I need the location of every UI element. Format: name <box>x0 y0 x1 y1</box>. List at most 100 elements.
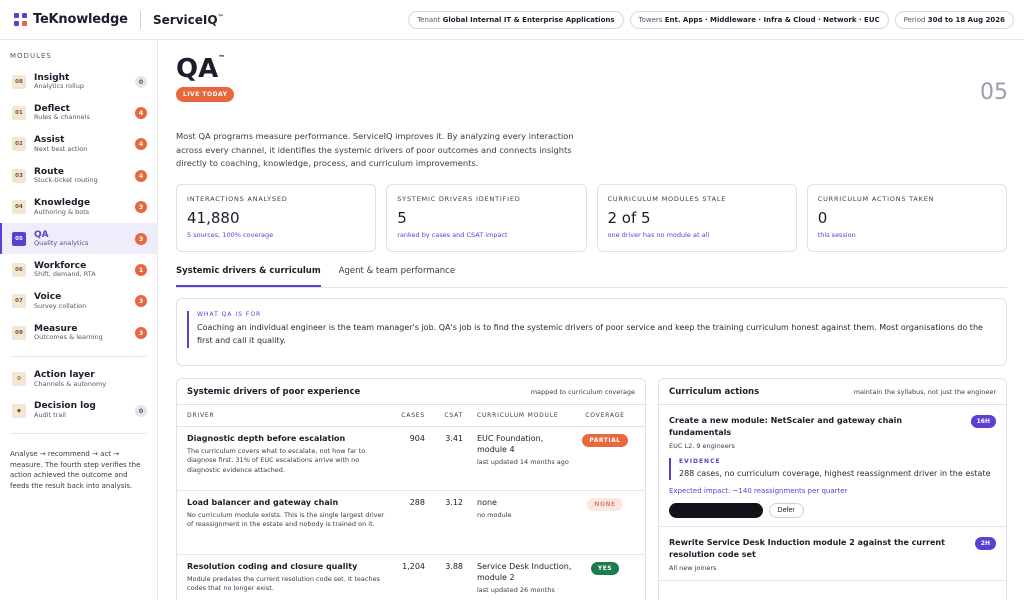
evidence-label: EVIDENCE <box>679 458 721 465</box>
live-badge: LIVE TODAY <box>176 87 235 102</box>
table-row[interactable]: Resolution coding and closure quality Mod… <box>177 555 645 600</box>
step-number: 05 <box>980 80 1008 105</box>
evidence-block: EVIDENCE 288 cases, no curriculum covera… <box>669 458 996 481</box>
sidebar-item-knowledge[interactable]: 04 Knowledge Authoring & bots 3 <box>0 192 157 223</box>
module-updated: no module <box>477 510 512 519</box>
gear-icon: ⚙ <box>12 372 26 387</box>
csat-value: 3.88 <box>445 562 463 571</box>
module-subtitle: Quality analytics <box>34 238 89 247</box>
module-name: EUC Foundation, module 4 <box>477 434 544 454</box>
col-driver[interactable]: DRIVER <box>187 412 387 419</box>
module-updated: last updated 26 months <box>477 585 555 594</box>
log-icon: ◆ <box>12 403 26 418</box>
page-title: QA™ <box>176 54 226 84</box>
count-badge: 0 <box>135 404 147 417</box>
count-badge: 3 <box>135 232 147 245</box>
module-subtitle: Analytics rollup <box>34 82 84 90</box>
callout-text: Coaching an individual engineer is the t… <box>197 323 983 345</box>
callout-label: WHAT QA IS FOR <box>197 311 262 318</box>
intro-text: Most QA programs measure performance. Se… <box>176 131 574 169</box>
cases-value: 288 <box>409 498 425 507</box>
cases-value: 1,204 <box>402 562 425 571</box>
module-name: none <box>477 498 497 507</box>
stat-card: CURRICULUM MODULES STALE 2 of 5 one driv… <box>596 184 797 252</box>
sidebar-item-voice[interactable]: 07 Voice Survey collation 3 <box>0 286 157 317</box>
stat-sub: one driver has no module at all <box>607 231 710 239</box>
col-module[interactable]: CURRICULUM MODULE <box>463 412 575 419</box>
tenant-pill[interactable]: Tenant Global Internal IT & Enterprise A… <box>408 10 624 29</box>
count-badge: 1 <box>135 264 147 277</box>
context-pills: Tenant Global Internal IT & Enterprise A… <box>408 10 1024 29</box>
sidebar-heading: MODULES <box>10 52 52 60</box>
sidebar-divider <box>10 355 147 357</box>
module-subtitle: Shift, demand, RTA <box>34 270 96 279</box>
sidebar-item-action-layer[interactable]: ⚙ Action layer Channels & autonomy <box>0 364 157 395</box>
coverage-badge: YES <box>590 562 620 575</box>
module-subtitle: Next best action <box>34 144 88 153</box>
action-card: Rewrite Service Desk Induction module 2 … <box>659 527 1006 582</box>
sidebar-item-decision-log[interactable]: ◆ Decision log Audit trail 0 <box>0 395 157 426</box>
count-badge: 0 <box>135 75 147 88</box>
col-coverage[interactable]: COVERAGE <box>575 412 635 419</box>
module-number: 05 <box>12 231 26 246</box>
coverage-badge: NONE <box>587 498 623 511</box>
brand[interactable]: TeKnowledge <box>0 12 140 27</box>
commission-update-button[interactable]: Commission the update <box>669 503 763 519</box>
sidebar-item-assist[interactable]: 02 Assist Next best action 4 <box>0 129 157 160</box>
csat-value: 3.41 <box>445 434 463 443</box>
table-header: DRIVER CASES CSAT CURRICULUM MODULE COVE… <box>177 405 645 427</box>
table-row[interactable]: Diagnostic depth before escalation The cu… <box>177 427 645 491</box>
module-number: 08 <box>12 74 26 89</box>
sidebar-item-deflect[interactable]: 01 Deflect Rules & channels 4 <box>0 97 157 128</box>
sidebar-item-qa[interactable]: 05 QA Quality analytics 3 <box>0 222 157 255</box>
panel-hint: mapped to curriculum coverage <box>530 387 635 396</box>
sidebar-item-insight[interactable]: 08 Insight Analytics rollup 0 <box>0 66 157 97</box>
brand-logo-icon <box>14 12 28 27</box>
module-subtitle: Outcomes & learning <box>34 333 103 342</box>
tab-systemic-drivers[interactable]: Systemic drivers & curriculum <box>176 266 321 287</box>
count-badge: 3 <box>135 201 147 214</box>
module-subtitle: Survey collation <box>34 301 87 310</box>
stat-value: 0 <box>817 209 828 227</box>
stat-card: INTERACTIONS ANALYSED 41,880 5 sources, … <box>176 184 377 252</box>
count-badge: 3 <box>135 295 147 308</box>
sidebar-item-measure[interactable]: 09 Measure Outcomes & learning 3 <box>0 317 157 348</box>
module-subtitle: Audit trail <box>34 410 66 419</box>
brand-name: TeKnowledge <box>33 12 128 27</box>
towers-pill[interactable]: Towers Ent. Apps · Middleware · Infra & … <box>629 10 889 29</box>
stat-label: INTERACTIONS ANALYSED <box>187 195 288 203</box>
csat-value: 3.12 <box>445 498 463 507</box>
defer-button[interactable]: Defer <box>768 503 804 519</box>
count-badge: 4 <box>135 107 147 120</box>
stat-value: 41,880 <box>187 209 240 227</box>
driver-desc: The curriculum covers what to escalate, … <box>187 447 366 474</box>
col-csat[interactable]: CSAT <box>425 412 463 419</box>
module-number: 03 <box>12 168 26 183</box>
module-number: 07 <box>12 294 26 309</box>
sidebar-item-route[interactable]: 03 Route Stuck-ticket routing 4 <box>0 160 157 191</box>
expected-impact: Expected impact: ~140 reassignments per … <box>669 487 848 496</box>
sidebar-item-workforce[interactable]: 06 Workforce Shift, demand, RTA 1 <box>0 254 157 285</box>
sidebar-note: Analyse → recommend → act → measure. The… <box>10 450 141 490</box>
panel-hint: maintain the syllabus, not just the engi… <box>853 387 996 396</box>
header-divider <box>140 10 141 29</box>
module-subtitle: Stuck-ticket routing <box>34 176 98 185</box>
module-subtitle: Channels & autonomy <box>34 379 107 388</box>
count-badge: 4 <box>135 169 147 182</box>
period-pill[interactable]: Period 30d to 18 Aug 2026 <box>894 10 1014 29</box>
evidence-text: 288 cases, no curriculum coverage, highe… <box>679 469 991 478</box>
action-card: Create a new module: NetScaler and gatew… <box>659 405 1006 528</box>
driver-name: Resolution coding and closure quality <box>187 562 358 571</box>
drivers-panel: Systemic drivers of poor experience mapp… <box>176 378 646 600</box>
what-qa-callout: WHAT QA IS FOR Coaching an individual en… <box>176 298 1007 366</box>
tab-agent-performance[interactable]: Agent & team performance <box>339 266 455 287</box>
module-number: 09 <box>12 325 26 340</box>
panel-title: Curriculum actions <box>669 386 760 397</box>
col-cases[interactable]: CASES <box>387 412 425 419</box>
table-row[interactable]: Load balancer and gateway chain No curric… <box>177 491 645 555</box>
module-number: 06 <box>12 263 26 278</box>
driver-desc: No curriculum module exists. This is the… <box>187 511 385 529</box>
module-name: Service Desk Induction, module 2 <box>477 562 572 582</box>
stat-card: SYSTEMIC DRIVERS IDENTIFIED 5 ranked by … <box>386 184 587 252</box>
stat-sub: ranked by cases and CSAT impact <box>397 231 508 239</box>
